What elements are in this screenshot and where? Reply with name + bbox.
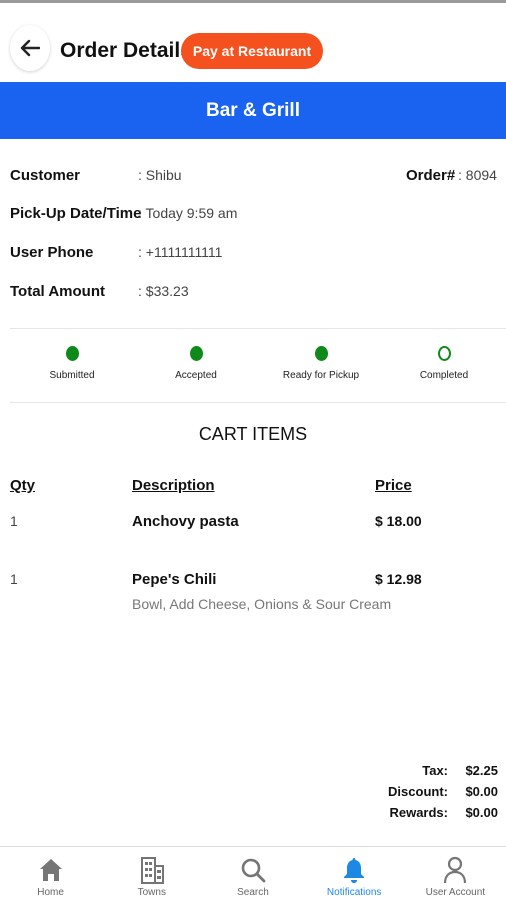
discount-value: $0.00 xyxy=(465,784,498,799)
pickup-label: Pick-Up Date/Time xyxy=(10,205,142,222)
status-dot xyxy=(314,346,328,361)
status-step-accepted: Accepted xyxy=(146,346,246,381)
nav-label: User Account xyxy=(425,887,486,898)
status-label: Completed xyxy=(419,370,469,381)
status-step-ready: Ready for Pickup xyxy=(271,346,371,381)
total-amount-value: : $33.23 xyxy=(138,283,189,299)
user-icon xyxy=(440,855,470,885)
home-icon xyxy=(36,855,66,885)
item-name: Pepe's Chili xyxy=(132,571,217,588)
divider xyxy=(10,402,506,403)
item-name: Anchovy pasta xyxy=(132,513,239,530)
item-qty: 1 xyxy=(10,571,18,587)
pickup-value: : Today 9:59 am xyxy=(138,205,238,221)
item-price: $ 12.98 xyxy=(375,571,422,587)
buildings-icon xyxy=(137,855,167,885)
discount-row: Discount: $0.00 xyxy=(388,781,498,802)
phone-label: User Phone xyxy=(10,244,94,261)
phone-value: : +1111111111 xyxy=(138,244,223,260)
bottom-nav: Home Towns Search Notifications User Acc… xyxy=(0,846,506,900)
status-dot xyxy=(189,346,203,361)
status-step-completed: Completed xyxy=(394,346,494,381)
rewards-value: $0.00 xyxy=(465,805,498,820)
order-totals: Tax: $2.25 Discount: $0.00 Rewards: $0.00 xyxy=(388,760,498,823)
item-price: $ 18.00 xyxy=(375,513,422,529)
pay-at-restaurant-button[interactable]: Pay at Restaurant xyxy=(181,33,323,69)
nav-label: Search xyxy=(237,887,269,898)
search-icon xyxy=(238,855,268,885)
tax-row: Tax: $2.25 xyxy=(388,760,498,781)
status-label: Ready for Pickup xyxy=(282,370,360,381)
bell-icon xyxy=(339,855,369,885)
app-header: Order Details Pay at Restaurant xyxy=(0,3,506,81)
total-amount-label: Total Amount xyxy=(10,283,105,300)
restaurant-banner: Bar & Grill xyxy=(0,82,506,139)
arrow-left-icon xyxy=(20,39,40,57)
status-step-submitted: Submitted xyxy=(22,346,122,381)
nav-label: Towns xyxy=(137,887,166,898)
nav-item-home[interactable]: Home xyxy=(0,847,101,900)
nav-item-notifications[interactable]: Notifications xyxy=(304,847,405,900)
page-title: Order Details xyxy=(60,39,192,62)
rewards-label: Rewards: xyxy=(389,805,448,820)
item-qty: 1 xyxy=(10,513,18,529)
rewards-row: Rewards: $0.00 xyxy=(388,802,498,823)
description-header: Description xyxy=(132,477,215,494)
price-header: Price xyxy=(375,477,412,494)
customer-label: Customer xyxy=(10,167,81,184)
order-number-value: : 8094 xyxy=(458,167,497,183)
customer-value: : Shibu xyxy=(138,167,182,183)
item-details: Bowl, Add Cheese, Onions & Sour Cream xyxy=(132,596,392,612)
divider xyxy=(10,328,506,329)
tax-label: Tax: xyxy=(422,763,448,778)
status-dot xyxy=(65,346,79,361)
status-dot xyxy=(437,346,451,361)
discount-label: Discount: xyxy=(388,784,448,799)
status-label: Accepted xyxy=(175,370,217,381)
nav-item-user-account[interactable]: User Account xyxy=(405,847,506,900)
qty-header: Qty xyxy=(10,477,36,494)
nav-label: Notifications xyxy=(326,887,382,898)
order-number-label: Order# xyxy=(406,167,456,184)
tax-value: $2.25 xyxy=(465,763,498,778)
nav-label: Home xyxy=(37,887,64,898)
status-label: Submitted xyxy=(49,370,95,381)
nav-item-towns[interactable]: Towns xyxy=(101,847,202,900)
back-button[interactable] xyxy=(10,25,50,71)
cart-title: CART ITEMS xyxy=(198,424,308,444)
nav-item-search[interactable]: Search xyxy=(202,847,303,900)
